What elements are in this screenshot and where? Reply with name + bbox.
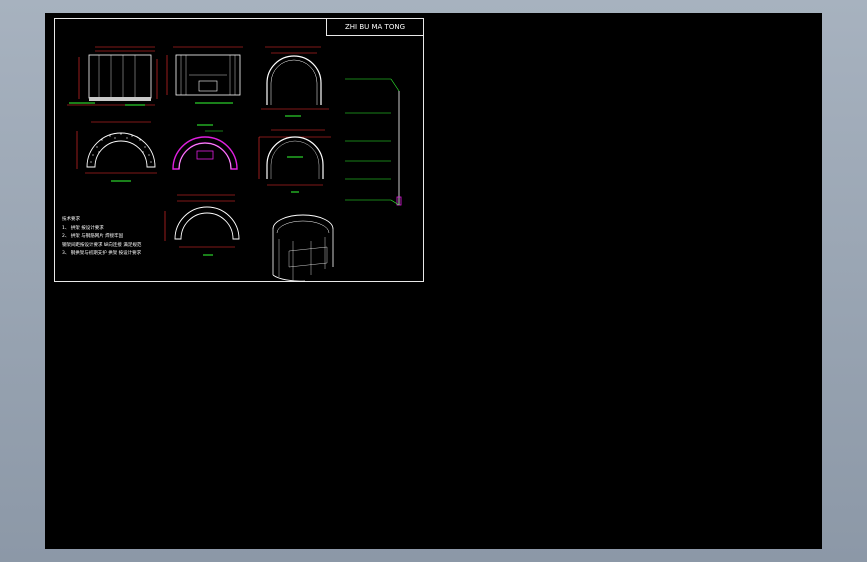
layer-legend [345, 78, 402, 206]
lining-view [172, 124, 238, 170]
front-elevation-view [67, 46, 158, 106]
arch-bottom-view [164, 194, 240, 256]
technical-notes: 技术要求 1、 拱架 按设计要求 2、 拱架 与钢筋网片 焊接牢固 钢架间距按设… [62, 216, 141, 259]
note-line: 2、 拱架 与钢筋网片 焊接牢固 [62, 234, 124, 239]
arch-top-view [261, 46, 329, 117]
section-view [76, 121, 157, 182]
note-line: 1、 拱架 按设计要求 [62, 225, 104, 231]
note-line: 3、 钢拱架与初期支护 拱架 按设计要求 [62, 251, 142, 256]
isometric-view [272, 214, 334, 282]
drawing-sheet: ZHI BU MA TONG 技术要求 1、 拱架 按设计要求 2、 拱架 与钢… [54, 18, 424, 282]
side-elevation-view [166, 46, 243, 104]
arch-middle-view [258, 129, 331, 193]
drawing-viewport[interactable]: ZHI BU MA TONG 技术要求 1、 拱架 按设计要求 2、 拱架 与钢… [45, 13, 822, 549]
notes-heading: 技术要求 [62, 217, 80, 222]
note-line: 钢架间距按设计要求 纵向连接 满足规范 [62, 242, 142, 248]
